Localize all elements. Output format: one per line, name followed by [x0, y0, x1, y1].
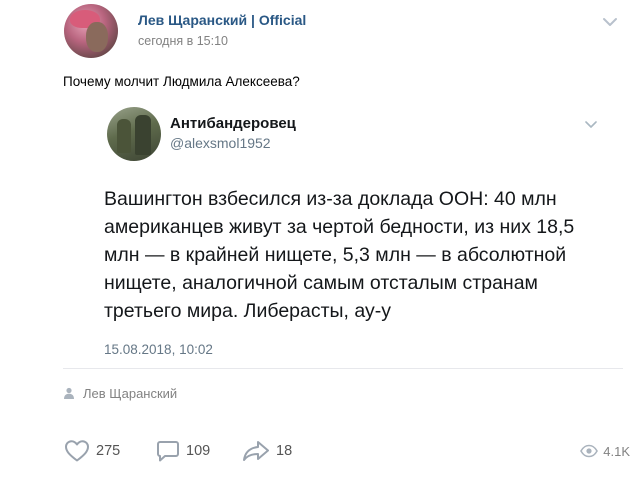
comment-count: 109 [186, 443, 211, 459]
tweet-author-avatar[interactable] [107, 107, 161, 161]
share-arrow-icon [243, 441, 269, 461]
share-button[interactable]: 18 [242, 436, 292, 466]
post-timestamp[interactable]: сегодня в 15:10 [138, 34, 228, 48]
signer-name[interactable]: Лев Щаранский [83, 386, 177, 401]
heart-icon [65, 440, 89, 462]
eye-icon [580, 444, 599, 458]
share-count: 18 [276, 443, 293, 459]
avatar-figure-shape [135, 115, 151, 155]
chevron-down-icon[interactable] [600, 14, 620, 30]
wall-post: Лев Щаранский | Official сегодня в 15:10… [0, 0, 640, 477]
like-count: 275 [96, 443, 121, 459]
embedded-tweet[interactable]: Антибандеровец @alexsmol1952 Вашингтон в… [63, 100, 623, 368]
tweet-author-name[interactable]: Антибандеровец [170, 115, 296, 132]
views-count: 4.1K [603, 443, 630, 459]
tweet-text: Вашингтон взбесился из-за доклада ООН: 4… [104, 188, 575, 322]
comment-icon [157, 441, 179, 462]
tweet-date[interactable]: 15.08.2018, 10:02 [104, 342, 213, 357]
post-text: Почему молчит Людмила Алексеева? [63, 74, 300, 89]
post-actions-bar: 275 109 18 4.1K [64, 436, 630, 466]
tweet-author-handle[interactable]: @alexsmol1952 [170, 135, 271, 151]
comment-button[interactable]: 109 [156, 436, 210, 466]
post-author-link[interactable]: Лев Щаранский | Official [138, 12, 306, 28]
person-icon [64, 387, 74, 399]
avatar-figure-shape [117, 119, 131, 153]
divider [63, 368, 623, 369]
author-avatar[interactable] [64, 4, 118, 58]
avatar-face-shape [86, 22, 108, 52]
chevron-down-icon[interactable] [584, 120, 598, 130]
post-signer[interactable]: Лев Щаранский [63, 384, 177, 402]
like-button[interactable]: 275 [64, 436, 120, 466]
views-counter: 4.1K [580, 436, 630, 466]
